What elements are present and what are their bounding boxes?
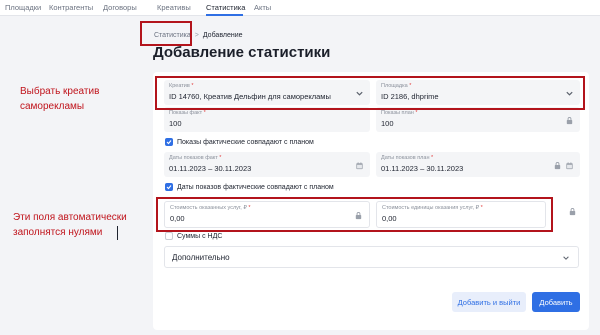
unit-cost-value: 0,00: [382, 214, 397, 223]
chevron-down-icon: [563, 256, 569, 260]
breadcrumb-separator: >: [194, 32, 199, 39]
add-button[interactable]: Добавить: [532, 292, 580, 312]
add-and-exit-button[interactable]: Добавить и выйти: [452, 292, 526, 312]
vat-label: Суммы с НДС: [177, 232, 223, 240]
checkbox-empty-icon: [165, 232, 173, 240]
zeros-annotation-note: Эти поля автоматически заполнятся нулями: [13, 212, 127, 238]
platform-value: ID 2186, dhprime: [381, 92, 439, 101]
calendar-icon: [566, 162, 573, 170]
dates-plan-field: Даты показов план * 01.11.2023 – 30.11.2…: [376, 152, 580, 177]
checkbox-check-icon: [165, 183, 173, 191]
nav-item-contracts[interactable]: Договоры: [103, 3, 137, 12]
impressions-match-label: Показы фактические совпадают с планом: [177, 138, 314, 146]
nav-item-creatives[interactable]: Креативы: [157, 3, 191, 12]
platform-select[interactable]: Площадка * ID 2186, dhprime: [376, 80, 580, 105]
dates-fact-label: Даты показов факт *: [169, 155, 222, 161]
additional-section-toggle[interactable]: Дополнительно: [164, 246, 579, 268]
dates-fact-field[interactable]: Даты показов факт * 01.11.2023 – 30.11.2…: [164, 152, 370, 177]
platform-label: Площадка *: [381, 83, 412, 89]
unit-cost-field: Стоимость единицы оказания услуг, ₽ * 0,…: [376, 201, 546, 228]
dates-plan-value: 01.11.2023 – 30.11.2023: [381, 164, 464, 173]
additional-label: Дополнительно: [172, 253, 230, 262]
top-navigation: Площадки Контрагенты Договоры Креативы С…: [0, 0, 600, 16]
dates-match-checkbox[interactable]: Даты показов фактические совпадают с пла…: [165, 183, 334, 191]
checkbox-check-icon: [165, 138, 173, 146]
lock-icon: [566, 117, 573, 125]
chevron-down-icon: [566, 91, 573, 96]
impressions-fact-field: Показы факт * 100: [164, 107, 370, 132]
breadcrumb: Статистика > Добавление: [154, 32, 243, 39]
nav-item-statistics[interactable]: Статистика: [206, 3, 245, 12]
unit-cost-label: Стоимость единицы оказания услуг, ₽ *: [382, 205, 483, 211]
impressions-plan-field: Показы план * 100: [376, 107, 580, 132]
creative-annotation-note: Выбрать креатив саморекламы: [20, 86, 100, 112]
page-title: Добавление статистики: [153, 44, 331, 61]
chevron-down-icon: [356, 91, 363, 96]
text-cursor: [117, 226, 118, 240]
impressions-plan-label: Показы план *: [381, 110, 418, 116]
impressions-fact-value: 100: [169, 119, 182, 128]
nav-item-contractors[interactable]: Контрагенты: [49, 3, 93, 12]
dates-plan-label: Даты показов план *: [381, 155, 434, 161]
dates-fact-value: 01.11.2023 – 30.11.2023: [169, 164, 252, 173]
breadcrumb-current: Добавление: [202, 32, 243, 39]
nav-item-platforms[interactable]: Площадки: [5, 3, 41, 12]
lock-icon: [355, 212, 362, 220]
impressions-fact-label: Показы факт *: [169, 110, 206, 116]
services-cost-value: 0,00: [170, 214, 185, 223]
active-tab-indicator: [206, 14, 243, 16]
creative-value: ID 14760, Креатив Дельфин для самореклам…: [169, 92, 331, 101]
impressions-match-checkbox[interactable]: Показы фактические совпадают с планом: [165, 138, 314, 146]
creative-label: Креатив *: [169, 83, 194, 89]
vat-checkbox[interactable]: Суммы с НДС: [165, 232, 222, 240]
lock-icon: [554, 162, 561, 170]
services-cost-label: Стоимость оказанных услуг, ₽ *: [170, 205, 251, 211]
services-cost-field: Стоимость оказанных услуг, ₽ * 0,00: [164, 201, 370, 228]
nav-item-acts[interactable]: Акты: [254, 3, 271, 12]
breadcrumb-parent-link[interactable]: Статистика: [154, 32, 191, 39]
impressions-plan-value: 100: [381, 119, 394, 128]
creative-select[interactable]: Креатив * ID 14760, Креатив Дельфин для …: [164, 80, 370, 105]
dates-match-label: Даты показов фактические совпадают с пла…: [177, 183, 334, 191]
lock-icon: [569, 208, 576, 216]
calendar-icon: [356, 162, 363, 170]
